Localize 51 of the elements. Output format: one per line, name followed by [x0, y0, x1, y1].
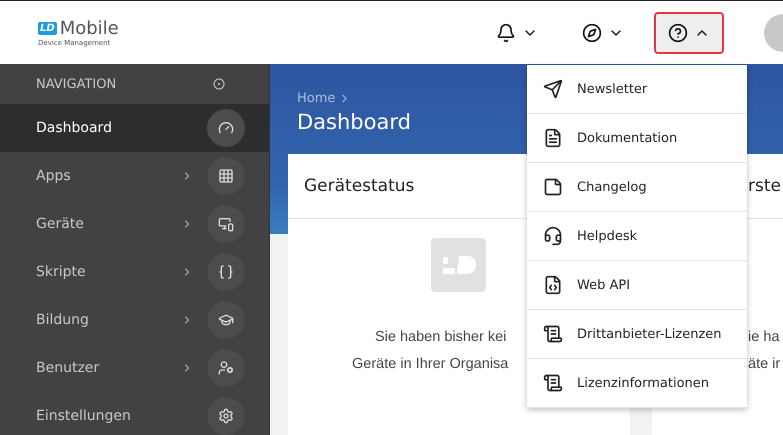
sidebar-label: Skripte	[36, 264, 87, 280]
sidebar-label: Apps	[36, 168, 72, 184]
braces-icon	[207, 253, 245, 291]
sidebar-label: Benutzer	[36, 360, 100, 376]
sidebar-label: Bildung	[36, 312, 90, 328]
gauge-icon	[207, 109, 245, 147]
menu-item[interactable]: Drittanbieter-Lizenzen	[527, 310, 747, 359]
menu-item[interactable]: Changelog	[527, 163, 747, 212]
send-icon	[543, 79, 563, 99]
sidebar-label: Dashboard	[36, 120, 113, 136]
compass-icon	[582, 22, 602, 42]
sidebar-label: Einstellungen	[36, 408, 132, 424]
user-gear-icon	[207, 349, 245, 387]
menu-item[interactable]: Helpdesk	[527, 212, 747, 261]
bell-icon	[496, 22, 516, 42]
grid-icon	[207, 157, 245, 195]
sidebar-item[interactable]: Dashboard	[0, 104, 269, 152]
menu-item[interactable]: Dokumentation	[527, 114, 747, 163]
code-file-icon	[543, 275, 563, 295]
sidebar-item[interactable]: Geräte	[0, 200, 269, 248]
headset-icon	[543, 226, 563, 246]
card-text: Sie haben bisher kei	[375, 328, 506, 347]
card-text: äte ir	[748, 355, 780, 374]
logo-placeholder-icon	[431, 238, 486, 292]
menu-item[interactable]: Web API	[527, 261, 747, 310]
page-title: Dashboard	[297, 110, 412, 134]
help-icon	[668, 22, 688, 42]
graduation-cap-icon	[207, 301, 245, 339]
sidebar-item[interactable]: Einstellungen	[0, 392, 269, 435]
help-menu-button[interactable]	[654, 12, 724, 54]
card-title: Gerätestatus	[304, 176, 414, 196]
card-title: rste	[748, 176, 781, 196]
navigation-heading: NAVIGATION	[36, 76, 116, 92]
devices-icon	[207, 205, 245, 243]
radio-icon[interactable]	[213, 78, 225, 90]
logo-title: Mobile	[60, 18, 119, 38]
breadcrumb-link[interactable]: Home	[297, 91, 336, 106]
document-icon	[543, 128, 563, 148]
card-text: ie ha	[748, 328, 780, 347]
menu-item[interactable]: Lizenzinformationen	[527, 359, 747, 408]
sidebar-label: Geräte	[36, 216, 85, 232]
note-icon	[543, 177, 563, 197]
sidebar-item[interactable]: Benutzer	[0, 344, 269, 392]
sidebar-item[interactable]: Bildung	[0, 296, 269, 344]
menu-item[interactable]: Newsletter	[527, 65, 747, 114]
scroll-icon	[543, 324, 563, 344]
scroll-icon	[543, 373, 563, 393]
logo-badge: LD	[38, 22, 57, 35]
sidebar-item[interactable]: Skripte	[0, 248, 269, 296]
sidebar-item[interactable]: Apps	[0, 152, 269, 200]
card-text: Geräte in Ihrer Organisa	[352, 355, 508, 374]
